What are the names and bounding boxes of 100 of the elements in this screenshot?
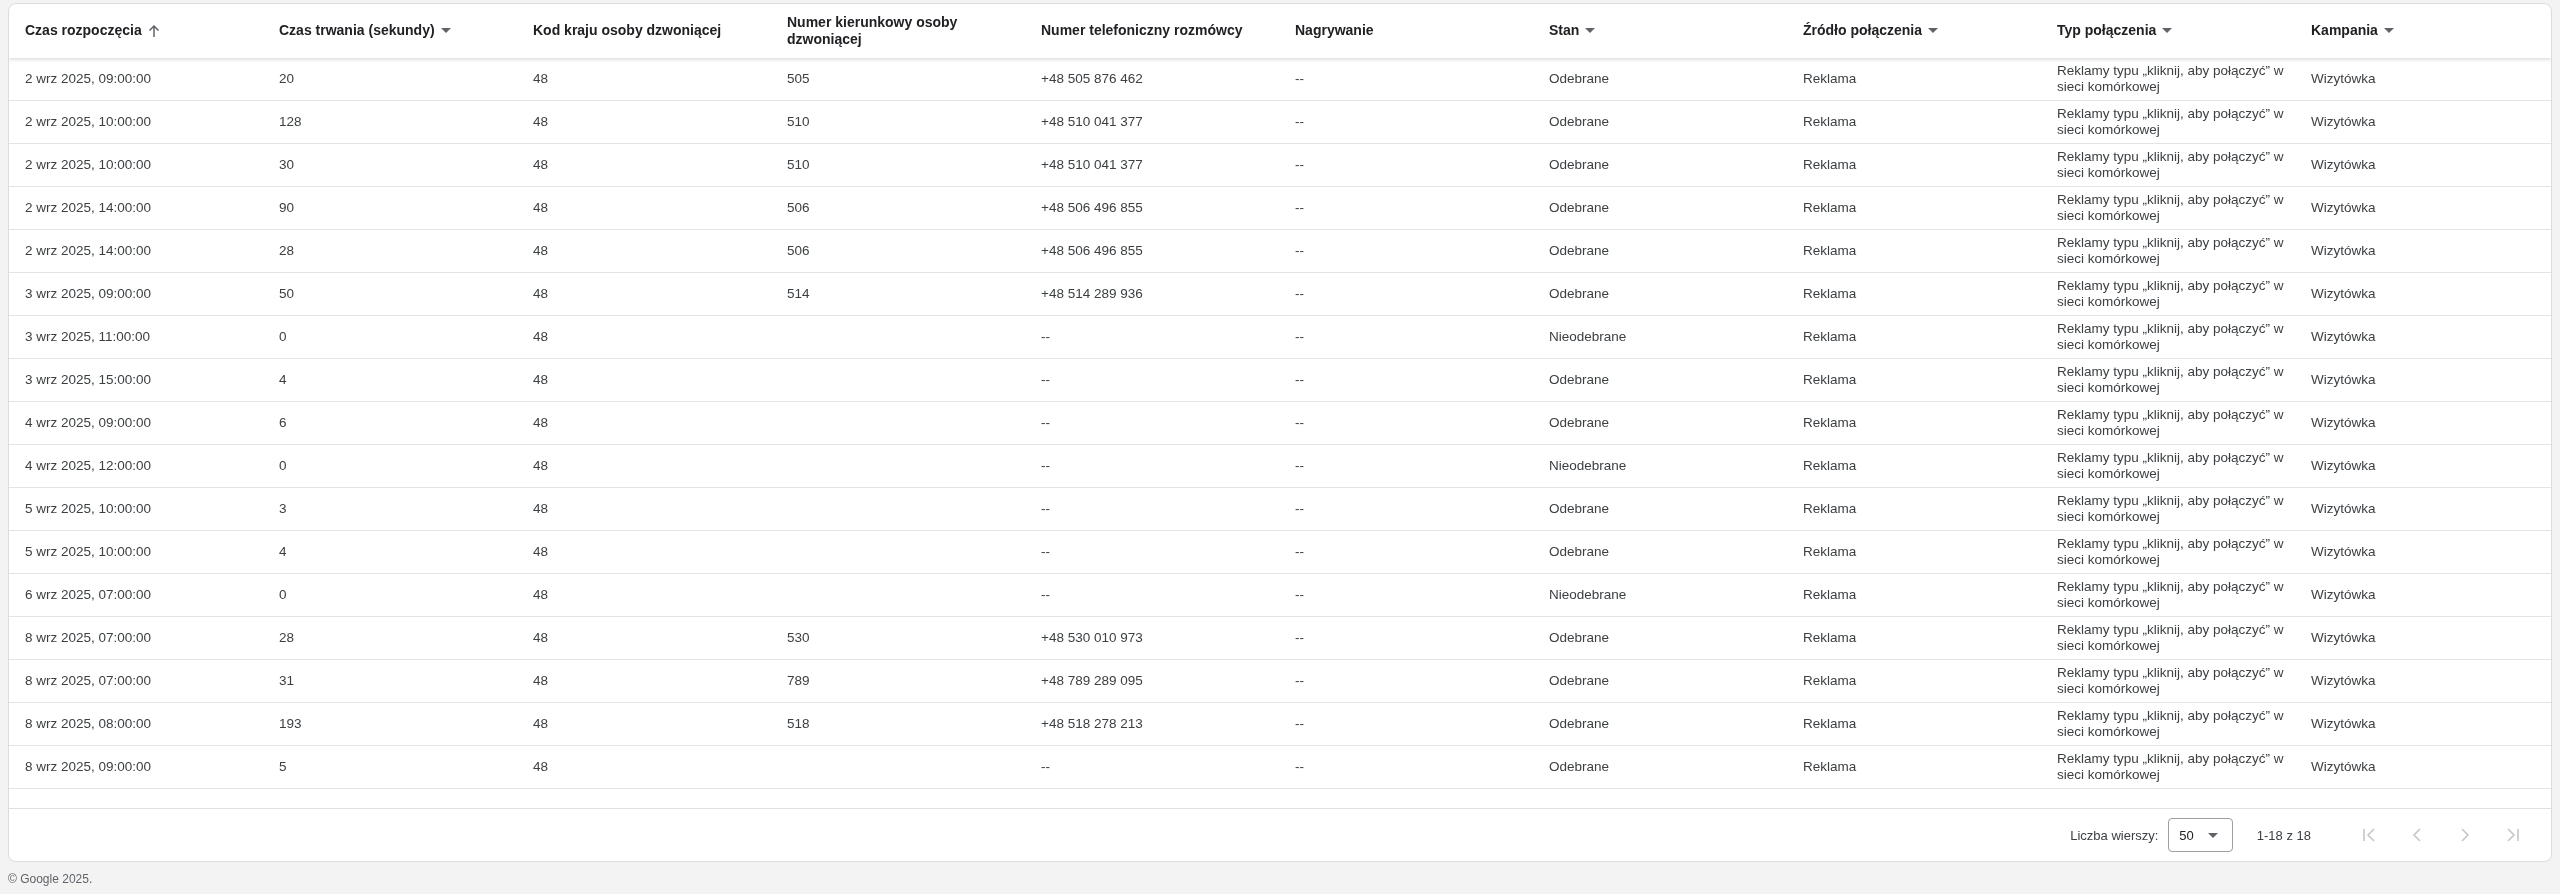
table-cell-text: 193 <box>279 715 303 732</box>
table-cell-text: 48 <box>533 414 550 431</box>
table-cell-text: Reklamy typu „kliknij, aby połączyć” w sieci komórkowej <box>2057 234 2285 267</box>
table-cell-text: 4 <box>279 371 288 388</box>
table-cell-text: 510 <box>787 156 811 173</box>
table-cell-text: Odebrane <box>1549 113 1611 130</box>
column-header[interactable]: Czas trwania (sekundy) <box>279 22 533 40</box>
column-header[interactable]: Numer kierunkowy osoby dzwoniącej <box>787 13 1041 48</box>
table-cell-text: 48 <box>533 457 550 474</box>
table-cell-text: +48 530 010 973 <box>1041 629 1144 646</box>
table-cell-text: +48 510 041 377 <box>1041 113 1144 130</box>
table-cell-text: 30 <box>279 156 296 173</box>
table-cell-text: Reklamy typu „kliknij, aby połączyć” w sieci komórkowej <box>2057 191 2285 224</box>
table-cell-text: Reklama <box>1803 629 1858 646</box>
column-header[interactable]: Kampania <box>2311 22 2551 40</box>
table-cell-text: 8 wrz 2025, 07:00:00 <box>25 672 153 689</box>
table-cell-text: 0 <box>279 328 288 345</box>
column-header[interactable]: Czas rozpoczęcia <box>25 22 279 40</box>
table-cell-text: 48 <box>533 586 550 603</box>
table-cell-text: +48 518 278 213 <box>1041 715 1144 732</box>
table-cell-text: 0 <box>279 457 288 474</box>
table-cell-text: 128 <box>279 113 303 130</box>
table-cell-text: Reklamy typu „kliknij, aby połączyć” w sieci komórkowej <box>2057 535 2285 568</box>
table-cell-text: -- <box>1041 586 1051 603</box>
table-cell-text: -- <box>1041 371 1051 388</box>
table-cell-text: Reklama <box>1803 113 1858 130</box>
table-cell-text: Reklamy typu „kliknij, aby połączyć” w sieci komórkowej <box>2057 277 2285 310</box>
column-header[interactable]: Kod kraju osoby dzwoniącej <box>533 22 787 40</box>
table-cell-text: -- <box>1295 543 1305 560</box>
column-header[interactable]: Typ połączenia <box>2057 22 2311 40</box>
table-cell-text: 2 wrz 2025, 10:00:00 <box>25 113 153 130</box>
table-cell-text: Odebrane <box>1549 414 1611 431</box>
table-cell-text: Reklama <box>1803 156 1858 173</box>
table-cell-text: -- <box>1041 543 1051 560</box>
table-cell-text: 48 <box>533 500 550 517</box>
table-cell-text: Reklamy typu „kliknij, aby połączyć” w sieci komórkowej <box>2057 578 2285 611</box>
table-cell-text: 514 <box>787 285 811 302</box>
table-cell-text: -- <box>1295 70 1305 87</box>
table-cell-text: Reklamy typu „kliknij, aby połączyć” w sieci komórkowej <box>2057 621 2285 654</box>
table-cell-text: 8 wrz 2025, 07:00:00 <box>25 629 153 646</box>
table-cell-text: 2 wrz 2025, 14:00:00 <box>25 199 153 216</box>
table-cell-text: 90 <box>279 199 296 216</box>
table-cell-text: +48 506 496 855 <box>1041 199 1144 216</box>
table-cell-text: Reklama <box>1803 328 1858 345</box>
table-cell-text: 31 <box>279 672 296 689</box>
table-cell-text: Wizytówka <box>2311 672 2377 689</box>
table-cell-text: 518 <box>787 715 811 732</box>
table-cell-text: Reklama <box>1803 371 1858 388</box>
table-cell-text: Reklama <box>1803 758 1858 775</box>
table-cell-text: 28 <box>279 629 296 646</box>
rows-per-page-label: Liczba wierszy: <box>2070 827 2159 843</box>
table-cell-text: -- <box>1295 715 1305 732</box>
table-cell-text: 4 <box>279 543 288 560</box>
rows-per-page-select[interactable]: 50 <box>2168 818 2233 853</box>
column-header[interactable]: Stan <box>1549 22 1803 40</box>
table-cell-text: Wizytówka <box>2311 543 2377 560</box>
table-cell-text: -- <box>1295 285 1305 302</box>
table-cell-text: Odebrane <box>1549 629 1611 646</box>
table-cell-text: Reklama <box>1803 199 1858 216</box>
table-cell-text: Odebrane <box>1549 672 1611 689</box>
table-cell-text: -- <box>1041 328 1051 345</box>
table-cell-text: 48 <box>533 285 550 302</box>
table-cell-text: -- <box>1041 758 1051 775</box>
table-cell-text: -- <box>1295 242 1305 259</box>
table-cell-text: 48 <box>533 328 550 345</box>
table-cell-text: Wizytówka <box>2311 113 2377 130</box>
table-cell-text: Wizytówka <box>2311 328 2377 345</box>
table-cell-text: -- <box>1041 500 1051 517</box>
table-cell-text: 48 <box>533 199 550 216</box>
table-cell-text: 3 <box>279 500 288 517</box>
table-cell-text: -- <box>1295 414 1305 431</box>
table-cell-text: Wizytówka <box>2311 457 2377 474</box>
table-cell-text: 3 wrz 2025, 15:00:00 <box>25 371 153 388</box>
table-cell-text: Reklamy typu „kliknij, aby połączyć” w sieci komórkowej <box>2057 62 2285 95</box>
table-cell-text: +48 505 876 462 <box>1041 70 1144 87</box>
table-cell-text: Wizytówka <box>2311 629 2377 646</box>
table-cell-text: -- <box>1295 586 1305 603</box>
table-cell-text: 0 <box>279 586 288 603</box>
table-cell-text: 28 <box>279 242 296 259</box>
column-header[interactable]: Źródło połączenia <box>1803 22 2057 40</box>
table-cell-text: 50 <box>279 285 296 302</box>
table-cell-text: 6 wrz 2025, 07:00:00 <box>25 586 153 603</box>
table-cell-text: Reklamy typu „kliknij, aby połączyć” w sieci komórkowej <box>2057 492 2285 525</box>
copyright-text: © Google 2025. <box>8 871 94 886</box>
table-cell-text: Wizytówka <box>2311 715 2377 732</box>
table-cell-text: Reklama <box>1803 242 1858 259</box>
page-range-text: 1-18 z 18 <box>2256 827 2311 843</box>
table-cell-text: Reklama <box>1803 500 1858 517</box>
column-header[interactable]: Numer telefoniczny rozmówcy <box>1041 22 1295 40</box>
table-cell-text: Reklamy typu „kliknij, aby połączyć” w sieci komórkowej <box>2057 449 2285 482</box>
column-header[interactable]: Nagrywanie <box>1295 22 1549 40</box>
table-cell-text: -- <box>1295 629 1305 646</box>
table-cell-text: -- <box>1295 113 1305 130</box>
table-cell-text: -- <box>1295 457 1305 474</box>
table-cell-text: Wizytówka <box>2311 500 2377 517</box>
table-cell-text: 505 <box>787 70 811 87</box>
table-cell-text: Reklamy typu „kliknij, aby połączyć” w sieci komórkowej <box>2057 148 2285 181</box>
table-cell-text: Wizytówka <box>2311 414 2377 431</box>
table-cell-text: 48 <box>533 758 550 775</box>
table-cell-text: 48 <box>533 113 550 130</box>
